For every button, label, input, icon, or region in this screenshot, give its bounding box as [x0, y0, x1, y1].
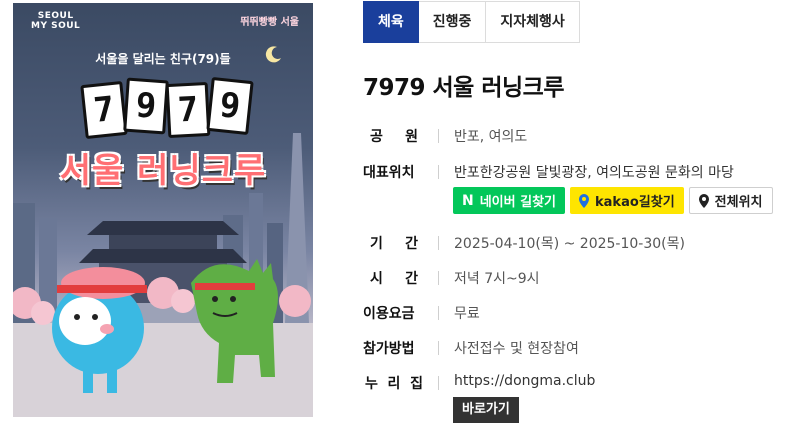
map-buttons: N 네이버 길찾기 kakao길찾기 전체위치 — [453, 187, 773, 214]
event-poster: SEOUL MY SOUL 뛰뛰빵빵 서울 서울을 달리는 친구(79)들 7 … — [13, 3, 313, 417]
method-value: 사전접수 및 현장참여 — [454, 341, 579, 357]
period-row: 기간 2025-04-10(목) ~ 2025-10-30(목) — [363, 233, 685, 253]
period-label: 기간 — [370, 236, 418, 252]
divider — [438, 306, 439, 320]
fee-value: 무료 — [454, 306, 480, 322]
location-pin-icon — [698, 193, 709, 208]
tab-sports[interactable]: 체육 — [363, 1, 419, 43]
homepage-url: https://dongma.club — [454, 373, 596, 389]
method-label: 참가방법 — [363, 341, 415, 357]
category-tabs: 체육 진행중 지자체행사 — [363, 1, 580, 43]
tab-ongoing[interactable]: 진행중 — [418, 1, 487, 43]
park-row: 공원 반포, 여의도 — [363, 126, 527, 146]
poster-title: 서울 러닝크루 — [59, 151, 267, 191]
method-row: 참가방법 사전접수 및 현장참여 — [363, 338, 579, 358]
period-value: 2025-04-10(목) ~ 2025-10-30(목) — [454, 236, 685, 252]
divider — [438, 165, 439, 179]
poster-subtitle: 서울을 달리는 친구(79)들 — [95, 52, 231, 66]
park-label: 공원 — [370, 129, 418, 145]
time-label: 시간 — [370, 271, 418, 287]
location-label: 대표위치 — [363, 165, 415, 181]
naver-logo-icon: N — [462, 192, 474, 209]
naver-directions-button[interactable]: N 네이버 길찾기 — [453, 187, 566, 214]
divider — [438, 129, 439, 143]
location-row: 대표위치 반포한강공원 달빛광장, 여의도공원 문화의 마당 — [363, 162, 734, 182]
time-row: 시간 저녁 7시~9시 — [363, 268, 540, 288]
event-title: 7979 서울 러닝크루 — [363, 75, 565, 101]
divider — [438, 341, 439, 355]
homepage-label: 누리집 — [365, 376, 423, 392]
poster-brand-logo: 뛰뛰빵빵 서울 — [240, 17, 299, 28]
divider — [438, 376, 439, 390]
divider — [438, 236, 439, 250]
location-value: 반포한강공원 달빛광장, 여의도공원 문화의 마당 — [454, 165, 734, 181]
go-to-homepage-button[interactable]: 바로가기 — [453, 397, 519, 423]
tab-local-government-event[interactable]: 지자체행사 — [486, 1, 580, 43]
homepage-row: 누리집 https://dongma.club — [363, 373, 595, 393]
kakao-directions-button[interactable]: kakao길찾기 — [570, 187, 684, 214]
all-locations-button[interactable]: 전체위치 — [688, 187, 773, 214]
divider — [438, 271, 439, 285]
time-value: 저녁 7시~9시 — [454, 271, 540, 287]
seoul-my-soul-logo: SEOUL MY SOUL — [31, 11, 81, 31]
park-value: 반포, 여의도 — [454, 129, 528, 145]
map-pin-icon — [579, 193, 590, 208]
fee-label: 이용요금 — [363, 306, 415, 322]
fee-row: 이용요금 무료 — [363, 303, 480, 323]
